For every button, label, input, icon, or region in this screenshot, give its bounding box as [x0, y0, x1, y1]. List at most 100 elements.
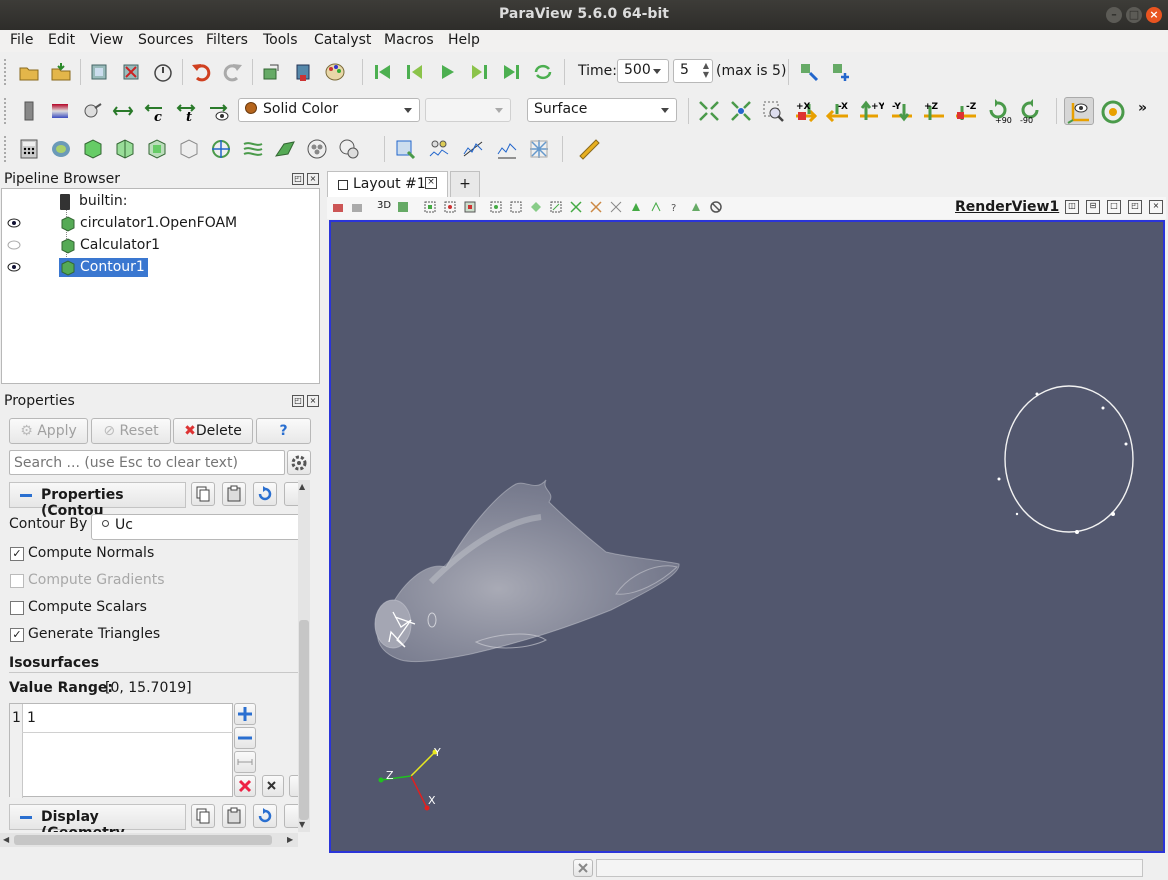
menu-catalyst[interactable]: Catalyst: [314, 32, 371, 48]
loop-icon[interactable]: [532, 61, 554, 83]
hover-points-icon[interactable]: [630, 201, 642, 213]
close-tab-icon[interactable]: ×: [425, 177, 437, 189]
select-points-on-icon[interactable]: [444, 201, 456, 213]
menu-sources[interactable]: Sources: [138, 32, 193, 48]
save-defaults-icon[interactable]: [284, 482, 298, 506]
paste-properties-icon[interactable]: [222, 482, 246, 506]
add-value-icon[interactable]: [234, 703, 256, 725]
extract-level-icon[interactable]: [338, 138, 360, 160]
hscroll-thumb[interactable]: [14, 835, 272, 845]
reload-display-defaults-icon[interactable]: [253, 804, 277, 828]
compute-normals-checkbox[interactable]: ✓: [10, 547, 24, 561]
warp-by-vector-icon[interactable]: [274, 138, 296, 160]
zoom-to-data-icon[interactable]: [730, 100, 752, 122]
close-properties-button[interactable]: ×: [307, 395, 319, 407]
rotate-minus-90-icon[interactable]: -90: [1018, 98, 1040, 125]
select-cells-on-icon[interactable]: [424, 201, 436, 213]
menu-file[interactable]: File: [10, 32, 33, 48]
contour-icon[interactable]: [50, 138, 72, 160]
select-cells-through-icon[interactable]: [464, 201, 476, 213]
remove-value-icon[interactable]: [234, 727, 256, 749]
open-file-icon[interactable]: [18, 61, 40, 83]
extract-subset-icon[interactable]: [178, 138, 200, 160]
delete-button[interactable]: ✖Delete: [173, 418, 253, 444]
capture-image-icon[interactable]: [332, 201, 344, 213]
toggle-3d-button[interactable]: 3D: [377, 200, 391, 211]
view-settings-icon[interactable]: [397, 201, 409, 213]
apply-button[interactable]: ⚙ Apply: [9, 418, 88, 444]
hover-cells-icon[interactable]: [610, 201, 622, 213]
value-info-icon[interactable]: [289, 775, 298, 797]
close-view-icon[interactable]: ×: [1149, 200, 1163, 214]
pipeline-item-contour[interactable]: Contour1: [7, 258, 307, 279]
color-palette-icon[interactable]: [324, 61, 346, 83]
reset-range-icon[interactable]: [82, 100, 104, 122]
view-plus-x-icon[interactable]: +X: [794, 100, 818, 123]
toolbar-overflow-button[interactable]: »: [1138, 100, 1147, 116]
restore-view-icon[interactable]: ◰: [1128, 200, 1142, 214]
view-plus-z-icon[interactable]: +Z: [922, 100, 944, 122]
rotate-plus-90-icon[interactable]: +90: [986, 98, 1012, 125]
plot-over-line-icon[interactable]: [462, 138, 484, 160]
camera-link-icon[interactable]: [351, 201, 363, 213]
eye-visible-icon[interactable]: [7, 218, 21, 228]
connect-icon[interactable]: [88, 61, 110, 83]
color-by-select[interactable]: Solid Color: [238, 98, 420, 122]
last-frame-icon[interactable]: [500, 61, 522, 83]
calculator-icon[interactable]: [18, 138, 40, 160]
menu-edit[interactable]: Edit: [48, 32, 75, 48]
view-minus-x-icon[interactable]: -X: [825, 100, 848, 123]
plot-over-time-icon[interactable]: [496, 138, 518, 160]
toggle-color-legend-icon[interactable]: [18, 100, 40, 122]
view-minus-y-icon[interactable]: -Y: [890, 100, 912, 122]
orientation-axes-toggle-icon[interactable]: [1064, 97, 1094, 125]
display-section-header[interactable]: Display (Geometry: [9, 804, 186, 832]
reset-button[interactable]: ⊘ Reset: [91, 418, 171, 444]
reset-camera-icon[interactable]: [698, 100, 720, 122]
interactive-select-cells-icon[interactable]: [570, 201, 582, 213]
previous-frame-icon[interactable]: [404, 61, 426, 83]
plot-selection-icon[interactable]: [428, 138, 450, 160]
maximize-view-icon[interactable]: □: [1107, 200, 1121, 214]
toolbar-grip[interactable]: [4, 59, 10, 85]
find-data-icon[interactable]: [798, 61, 820, 83]
reload-defaults-icon[interactable]: [253, 482, 277, 506]
rescale-temporal-range-icon[interactable]: t: [176, 100, 198, 125]
toolbar-grip-3[interactable]: [4, 136, 10, 162]
clip-icon[interactable]: [82, 138, 104, 160]
zoom-to-box-icon[interactable]: [762, 100, 784, 122]
load-state-icon[interactable]: [50, 61, 72, 83]
advanced-settings-gear-icon[interactable]: [287, 450, 311, 475]
view-plus-y-icon[interactable]: +Y: [858, 100, 886, 122]
menu-view[interactable]: View: [90, 32, 123, 48]
clear-output-icon[interactable]: [573, 859, 593, 877]
menu-tools[interactable]: Tools: [263, 32, 298, 48]
eye-hidden-icon[interactable]: [7, 240, 21, 250]
add-range-icon[interactable]: [234, 751, 256, 773]
tab-layout-1[interactable]: Layout #1 ×: [327, 171, 448, 197]
isosurface-value-cell[interactable]: 1: [27, 710, 36, 726]
rescale-data-range-icon[interactable]: [112, 100, 134, 122]
properties-section-header[interactable]: Properties (Contou: [9, 482, 186, 519]
shrink-selection-icon[interactable]: ?: [670, 201, 682, 213]
pipeline-item-circulator[interactable]: circulator1.OpenFOAM: [7, 215, 307, 235]
edit-selection-icon[interactable]: [690, 201, 702, 213]
clear-values-icon[interactable]: [262, 775, 284, 797]
next-frame-icon[interactable]: [468, 61, 490, 83]
eye-visible-icon[interactable]: [7, 262, 21, 272]
contour-by-select[interactable]: Uc: [91, 514, 298, 540]
add-layout-tab[interactable]: +: [450, 171, 480, 197]
compute-gradients-checkbox[interactable]: [10, 574, 24, 588]
clear-selection-icon[interactable]: [710, 201, 722, 213]
scroll-thumb[interactable]: [299, 620, 309, 820]
close-panel-button[interactable]: ×: [307, 173, 319, 185]
probe-icon[interactable]: [528, 138, 550, 160]
center-rotation-icon[interactable]: [1100, 99, 1126, 125]
redo-icon[interactable]: [222, 61, 244, 83]
split-vertical-icon[interactable]: ⊟: [1086, 200, 1100, 214]
view-name-label[interactable]: RenderView1: [955, 199, 1059, 215]
properties-search-input[interactable]: [9, 450, 285, 475]
color-component-select[interactable]: [425, 98, 511, 122]
select-polygon-cells-icon[interactable]: [510, 201, 522, 213]
view-minus-z-icon[interactable]: -Z: [954, 100, 977, 122]
